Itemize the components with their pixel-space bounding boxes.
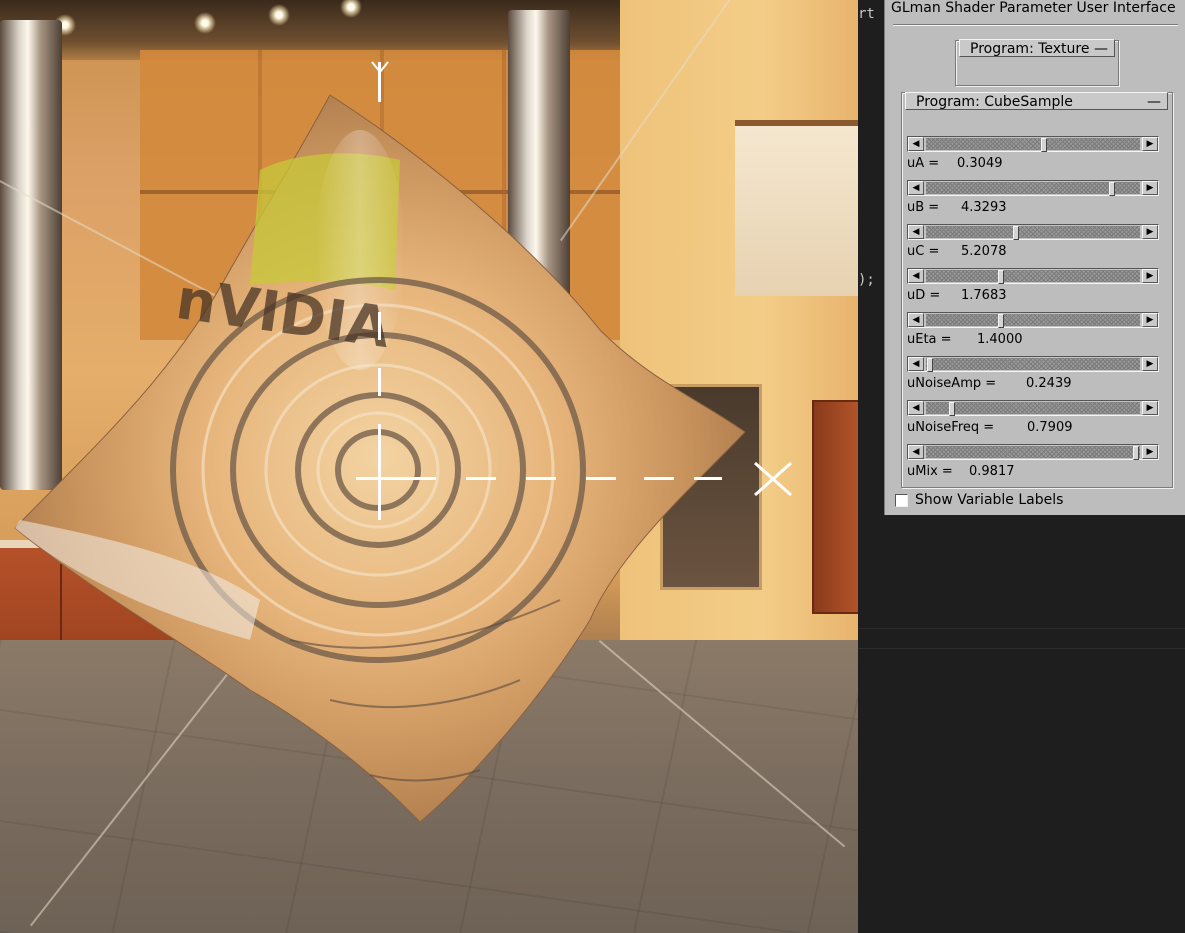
x-axis-marker — [754, 461, 792, 497]
param-label-uD: uD = — [907, 288, 941, 303]
slider-track[interactable] — [926, 314, 1140, 328]
arrow-left-icon[interactable]: ◀ — [908, 445, 924, 459]
param-value-uNoiseAmp: 0.2439 — [1026, 376, 1072, 391]
slider-thumb[interactable] — [927, 358, 934, 372]
slider-track[interactable] — [926, 270, 1140, 284]
slider-uC[interactable]: ◀ ▶ — [907, 224, 1159, 240]
reflective-object: nVIDIA — [14, 94, 746, 823]
slider-thumb[interactable] — [1132, 446, 1139, 460]
glman-parameter-panel: GLman Shader Parameter User Interface Pr… — [884, 0, 1185, 515]
arrow-left-icon[interactable]: ◀ — [908, 357, 924, 371]
arrow-left-icon[interactable]: ◀ — [908, 181, 924, 195]
arrow-right-icon[interactable]: ▶ — [1142, 357, 1158, 371]
slider-uD[interactable]: ◀ ▶ — [907, 268, 1159, 284]
terminal-text-fragment: ); — [858, 272, 875, 288]
param-label-uNoiseFreq: uNoiseFreq = — [907, 420, 995, 435]
slider-track[interactable] — [926, 138, 1140, 152]
rollout-label: Program: Texture — [970, 41, 1090, 57]
show-variable-labels-label: Show Variable Labels — [915, 492, 1064, 508]
terminal-divider — [858, 648, 1185, 649]
slider-thumb[interactable] — [1012, 226, 1019, 240]
y-axis-marker — [371, 61, 389, 73]
arrow-left-icon[interactable]: ◀ — [908, 137, 924, 151]
param-label-uNoiseAmp: uNoiseAmp = — [907, 376, 997, 391]
arrow-right-icon[interactable]: ▶ — [1142, 401, 1158, 415]
slider-uNoiseFreq[interactable]: ◀ ▶ — [907, 400, 1159, 416]
arrow-right-icon[interactable]: ▶ — [1142, 137, 1158, 151]
arrow-left-icon[interactable]: ◀ — [908, 225, 924, 239]
panel-title: GLman Shader Parameter User Interface — [891, 0, 1176, 16]
param-value-uA: 0.3049 — [957, 156, 1003, 171]
arrow-right-icon[interactable]: ▶ — [1142, 269, 1158, 283]
arrow-left-icon[interactable]: ◀ — [908, 313, 924, 327]
arrow-right-icon[interactable]: ▶ — [1142, 181, 1158, 195]
param-label-uC: uC = — [907, 244, 940, 259]
rollout-label: Program: CubeSample — [916, 94, 1073, 110]
slider-track[interactable] — [926, 446, 1140, 460]
param-label-uEta: uEta = — [907, 332, 952, 347]
texture-program-rollout-button[interactable]: Program: Texture — — [959, 39, 1115, 57]
slider-track[interactable] — [926, 402, 1140, 416]
param-value-uD: 1.7683 — [961, 288, 1007, 303]
param-value-uB: 4.3293 — [961, 200, 1007, 215]
collapse-icon: — — [1147, 94, 1161, 110]
show-variable-labels-checkbox[interactable] — [895, 494, 908, 507]
gl-viewport[interactable]: nVIDIA — [0, 0, 858, 933]
arrow-right-icon[interactable]: ▶ — [1142, 225, 1158, 239]
arrow-right-icon[interactable]: ▶ — [1142, 445, 1158, 459]
param-value-uC: 5.2078 — [961, 244, 1007, 259]
collapse-icon: — — [1094, 41, 1108, 57]
param-label-uA: uA = — [907, 156, 940, 171]
arrow-right-icon[interactable]: ▶ — [1142, 313, 1158, 327]
param-value-uEta: 1.4000 — [977, 332, 1023, 347]
slider-track[interactable] — [926, 182, 1140, 196]
param-value-uNoiseFreq: 0.7909 — [1027, 420, 1073, 435]
slider-uNoiseAmp[interactable]: ◀ ▶ — [907, 356, 1159, 372]
slider-uA[interactable]: ◀ ▶ — [907, 136, 1159, 152]
divider — [893, 24, 1178, 26]
slider-thumb[interactable] — [1040, 138, 1047, 152]
param-label-uMix: uMix = — [907, 464, 953, 479]
slider-track[interactable] — [926, 358, 1140, 372]
cubesample-program-rollout-button[interactable]: Program: CubeSample — — [905, 92, 1168, 110]
arrow-left-icon[interactable]: ◀ — [908, 401, 924, 415]
slider-track[interactable] — [926, 226, 1140, 240]
slider-thumb[interactable] — [997, 314, 1004, 328]
slider-thumb[interactable] — [997, 270, 1004, 284]
slider-uB[interactable]: ◀ ▶ — [907, 180, 1159, 196]
slider-uMix[interactable]: ◀ ▶ — [907, 444, 1159, 460]
arrow-left-icon[interactable]: ◀ — [908, 269, 924, 283]
terminal-divider — [858, 628, 1185, 629]
slider-thumb[interactable] — [948, 402, 955, 416]
param-value-uMix: 0.9817 — [969, 464, 1015, 479]
param-label-uB: uB = — [907, 200, 940, 215]
slider-uEta[interactable]: ◀ ▶ — [907, 312, 1159, 328]
slider-thumb[interactable] — [1109, 182, 1116, 196]
